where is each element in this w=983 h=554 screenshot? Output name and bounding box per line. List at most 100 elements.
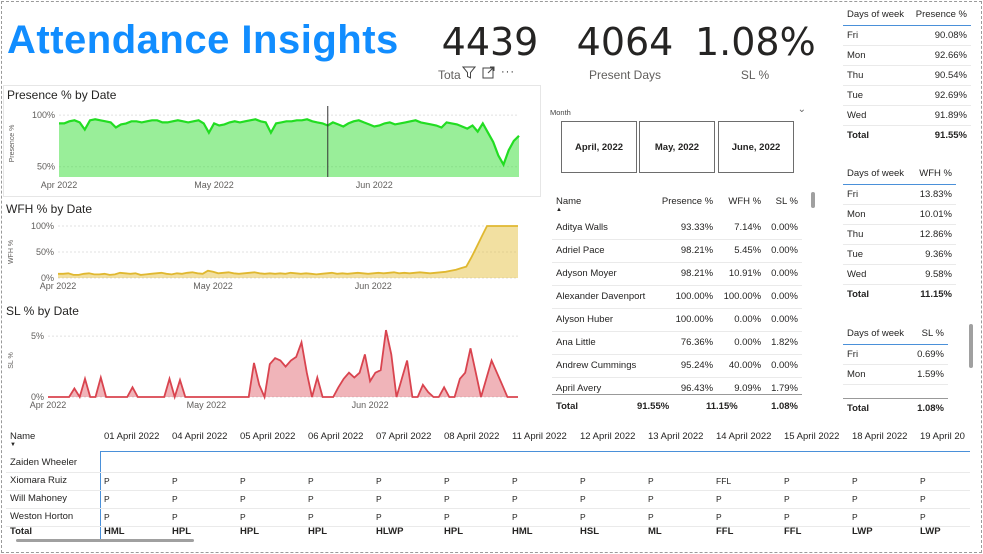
matrix-horizontal-scrollbar[interactable] xyxy=(16,539,194,542)
matrix-date-header[interactable]: 07 April 2022 xyxy=(376,431,431,442)
kpi-present-days-label: Present Days xyxy=(588,68,662,82)
dow-sl-total-value: 1.08% xyxy=(917,403,944,414)
matrix-row-name[interactable]: Weston Horton xyxy=(10,511,73,522)
matrix-date-header[interactable]: 13 April 2022 xyxy=(648,431,703,442)
matrix-date-header[interactable]: 06 April 2022 xyxy=(308,431,363,442)
matrix-date-header[interactable]: 18 April 2022 xyxy=(852,431,907,442)
table-row[interactable]: Ana Little 76.36% 0.00% 1.82% xyxy=(552,331,802,355)
sl-cell: 1.82% xyxy=(765,331,802,355)
name-table-scrollbar[interactable] xyxy=(811,192,815,208)
matrix-total-cell: FFL xyxy=(716,526,734,537)
table-row[interactable]: Mon 10.01% xyxy=(843,204,956,225)
matrix-cell: P xyxy=(444,512,450,522)
matrix-header-name[interactable]: Name ▼ xyxy=(10,431,35,448)
column-header-presence[interactable]: Presence % xyxy=(655,190,718,216)
dow-wfh-header-value[interactable]: WFH % xyxy=(912,164,956,185)
matrix-date-header[interactable]: 01 April 2022 xyxy=(104,431,159,442)
name-table[interactable]: Name ▲ Presence % WFH % SL % Aditya Walls… xyxy=(552,190,818,416)
kpi-sl-card[interactable]: 1.08% SL % xyxy=(695,20,816,82)
matrix-cell: P xyxy=(172,476,178,486)
sl-cell: 0.00% xyxy=(765,308,802,332)
matrix-row-divider xyxy=(6,490,970,491)
wfh-cell: 40.00% xyxy=(717,354,766,378)
y-tick-label: 100% xyxy=(31,221,54,231)
presence-chart[interactable]: Presence % by Date 100% 50% Presence % Apr … xyxy=(3,85,541,197)
table-row[interactable]: Mon 92.66% xyxy=(843,45,971,66)
column-header-name[interactable]: Name ▲ xyxy=(552,190,655,216)
x-tick-label: Jun 2022 xyxy=(352,400,389,410)
wfh-chart[interactable]: WFH % by Date 100% 50% 0% WFH % Apr 2022 May … xyxy=(3,200,541,300)
matrix-total-label: Total xyxy=(10,526,32,537)
table-row[interactable]: Fri 90.08% xyxy=(843,25,971,46)
dow-sl-scrollbar[interactable] xyxy=(969,324,973,368)
kpi-present-days-card[interactable]: 4064 Present Days xyxy=(575,20,675,82)
chevron-down-icon[interactable]: ⌄ xyxy=(798,104,806,115)
table-row[interactable]: Adriel Pace 98.21% 5.45% 0.00% xyxy=(552,239,802,263)
dow-presence-header-value[interactable]: Presence % xyxy=(909,5,971,26)
table-row[interactable]: Tue 92.69% xyxy=(843,85,971,106)
y-tick-label: 50% xyxy=(37,162,55,172)
presence-cell: 93.33% xyxy=(654,216,718,240)
matrix-total-cell: LWP xyxy=(852,526,873,537)
table-row[interactable]: Tue 9.36% xyxy=(843,244,956,265)
focus-mode-icon[interactable] xyxy=(482,66,495,82)
wfh-cell: 10.91% xyxy=(717,262,766,286)
table-row[interactable]: Andrew Cummings 95.24% 40.00% 0.00% xyxy=(552,354,802,378)
x-tick-label: Apr 2022 xyxy=(41,180,78,190)
table-row[interactable]: Alexander Davenport 100.00% 100.00% 0.00% xyxy=(552,285,802,309)
value-cell: 90.54% xyxy=(909,65,971,86)
dow-sl-header-day[interactable]: Days of week xyxy=(843,324,912,345)
matrix-cell: P xyxy=(580,512,586,522)
table-row[interactable]: Adyson Moyer 98.21% 10.91% 0.00% xyxy=(552,262,802,286)
matrix-row-name[interactable]: Xiomara Ruiz xyxy=(10,475,67,486)
table-row[interactable]: Thu 12.86% xyxy=(843,224,956,245)
value-cell: 0.69% xyxy=(911,344,948,365)
name-cell: Aditya Walls xyxy=(552,216,655,240)
column-header-wfh[interactable]: WFH % xyxy=(717,190,765,216)
wfh-cell: 100.00% xyxy=(717,285,766,309)
dow-presence-header-day[interactable]: Days of week xyxy=(843,5,910,26)
matrix-cell: P xyxy=(172,512,178,522)
table-row[interactable]: Aditya Walls 93.33% 7.14% 0.00% xyxy=(552,216,802,240)
kpi-total-value: 4439 xyxy=(441,20,539,64)
day-cell: Mon xyxy=(843,364,912,385)
slicer-option-may[interactable]: May, 2022 xyxy=(639,121,715,173)
more-options-icon[interactable]: ··· xyxy=(501,66,515,82)
matrix-date-header[interactable]: 14 April 2022 xyxy=(716,431,771,442)
table-row[interactable]: Fri 0.69% xyxy=(843,344,948,365)
dow-wfh-header-day[interactable]: Days of week xyxy=(843,164,913,185)
sl-chart[interactable]: SL % by Date 5% 0% SL % Apr 2022 May 2022 Jun… xyxy=(3,302,541,414)
dow-sl-header-value[interactable]: SL % xyxy=(911,324,948,345)
column-header-sl[interactable]: SL % xyxy=(765,190,802,216)
matrix-cell: P xyxy=(444,476,450,486)
slicer-option-june[interactable]: June, 2022 xyxy=(718,121,794,173)
dow-presence-table[interactable]: Days of week Presence % Fri 90.08% Mon 92.6… xyxy=(843,5,971,145)
table-row[interactable]: Thu 90.54% xyxy=(843,65,971,86)
slicer-option-april[interactable]: April, 2022 xyxy=(561,121,637,173)
matrix-date-header[interactable]: 08 April 2022 xyxy=(444,431,499,442)
matrix-cell: P xyxy=(104,512,110,522)
table-row[interactable]: Wed 91.89% xyxy=(843,105,971,126)
dow-sl-table[interactable]: Days of week SL % Fri 0.69% Mon 1.59% Total… xyxy=(843,324,973,420)
dow-wfh-table[interactable]: Days of week WFH % Fri 13.83% Mon 10.01% Thu… xyxy=(843,164,956,304)
matrix-total-cell: HLWP xyxy=(376,526,404,537)
matrix-row-name[interactable]: Will Mahoney xyxy=(10,493,67,504)
table-row[interactable]: Mon 1.59% xyxy=(843,364,948,385)
matrix-cell: P xyxy=(852,494,858,504)
table-row[interactable]: Alyson Huber 100.00% 0.00% 0.00% xyxy=(552,308,802,332)
filter-icon[interactable] xyxy=(461,66,477,82)
matrix-date-header[interactable]: 19 April 20 xyxy=(920,431,965,442)
matrix-cell: P xyxy=(784,494,790,504)
sort-ascending-icon: ▲ xyxy=(556,207,562,213)
matrix-date-header[interactable]: 15 April 2022 xyxy=(784,431,839,442)
matrix-cell: P xyxy=(784,476,790,486)
matrix-date-header[interactable]: 04 April 2022 xyxy=(172,431,227,442)
table-row[interactable]: Wed 9.58% xyxy=(843,264,956,285)
matrix-date-header[interactable]: 12 April 2022 xyxy=(580,431,635,442)
matrix-date-header[interactable]: 11 April 2022 xyxy=(512,431,567,442)
attendance-matrix[interactable]: Name ▼ 01 April 2022 04 April 2022 05 April… xyxy=(6,427,970,542)
table-row[interactable]: Fri 13.83% xyxy=(843,184,956,205)
matrix-row-name[interactable]: Zaiden Wheeler xyxy=(10,457,77,468)
matrix-cell: P xyxy=(240,494,246,504)
matrix-date-header[interactable]: 05 April 2022 xyxy=(240,431,295,442)
